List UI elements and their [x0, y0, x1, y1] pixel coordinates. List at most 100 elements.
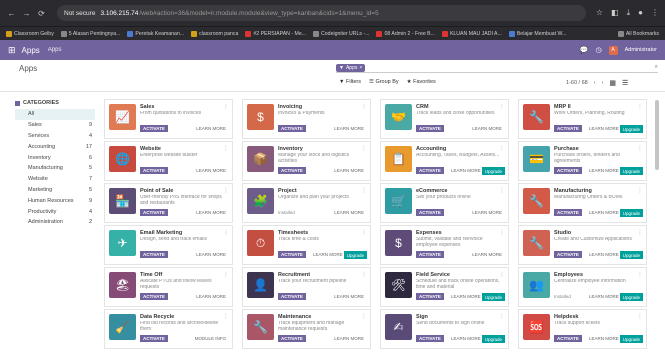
filters-button[interactable]: ▼ Filters — [339, 79, 361, 85]
bookmark-item[interactable]: Classroom Gelby — [6, 30, 54, 37]
app-card[interactable]: 🔧 Maintenance Track equipment and manage m… — [242, 309, 371, 349]
bookmark-item[interactable]: #2 PERSIAPAN - Me... — [245, 30, 306, 37]
app-card[interactable]: 🔧 Studio Create and Customize Applications… — [518, 225, 647, 265]
card-menu-icon[interactable]: ⋮ — [223, 271, 229, 278]
card-menu-icon[interactable]: ⋮ — [499, 313, 505, 320]
card-menu-icon[interactable]: ⋮ — [499, 271, 505, 278]
activate-button[interactable]: ACTIVATE — [416, 293, 444, 300]
activate-button[interactable]: ACTIVATE — [278, 251, 306, 258]
activate-button[interactable]: ACTIVATE — [416, 251, 444, 258]
sidebar-item-productivity[interactable]: Productivity 4 — [15, 206, 95, 217]
reload-icon[interactable]: ⟳ — [36, 8, 47, 19]
pager-next-icon[interactable]: › — [602, 80, 604, 86]
card-menu-icon[interactable]: ⋮ — [499, 103, 505, 110]
card-menu-icon[interactable]: ⋮ — [637, 145, 643, 152]
app-card[interactable]: ✈ Email Marketing Design, send and track e… — [104, 225, 233, 265]
activate-button[interactable]: ACTIVATE — [140, 125, 168, 132]
pager-value[interactable]: 1-60 / 68 — [566, 80, 588, 86]
app-card[interactable]: 🏪 Point of Sale User-friendly PoS interfac… — [104, 183, 233, 223]
menu-icon[interactable]: ⋮ — [651, 8, 659, 18]
bookmark-item[interactable]: KLUAN MAU JADI A... — [441, 30, 502, 37]
activate-button[interactable]: ACTIVATE — [554, 167, 582, 174]
learn-more-link[interactable]: LEARN MORE — [589, 168, 619, 173]
app-card[interactable]: 📈 Sales From quotations to invoices ⋮ ACTIVA… — [104, 99, 233, 139]
module-info-link[interactable]: MODULE INFO — [195, 336, 226, 341]
app-card[interactable]: 🛒 eCommerce Sell your products online ⋮ ACTI… — [380, 183, 509, 223]
user-name[interactable]: Administrator — [625, 47, 657, 53]
learn-more-link[interactable]: LEARN MORE — [196, 252, 226, 257]
search-bar[interactable]: ▼ Apps × ⌕ — [336, 63, 658, 73]
chat-icon[interactable]: 💬 — [580, 46, 589, 54]
card-menu-icon[interactable]: ⋮ — [499, 187, 505, 194]
learn-more-link[interactable]: LEARN MORE — [196, 294, 226, 299]
menu-apps[interactable]: Apps — [48, 47, 62, 53]
app-card[interactable]: ⏱ Timesheets Track time & costs ⋮ ACTIVATE LE… — [242, 225, 371, 265]
sidebar-item-human-resources[interactable]: Human Resources 9 — [15, 195, 95, 206]
upgrade-button[interactable]: Upgrade — [619, 209, 643, 217]
learn-more-link[interactable]: LEARN MORE — [334, 168, 364, 173]
card-menu-icon[interactable]: ⋮ — [637, 103, 643, 110]
activate-button[interactable]: ACTIVATE — [278, 125, 306, 132]
app-card[interactable]: 👥 Employees Centralize employee informatio… — [518, 267, 647, 307]
card-menu-icon[interactable]: ⋮ — [499, 145, 505, 152]
card-menu-icon[interactable]: ⋮ — [361, 271, 367, 278]
activate-button[interactable]: ACTIVATE — [140, 209, 168, 216]
upgrade-button[interactable]: Upgrade — [619, 293, 643, 301]
card-menu-icon[interactable]: ⋮ — [223, 103, 229, 110]
card-menu-icon[interactable]: ⋮ — [361, 103, 367, 110]
upgrade-button[interactable]: Upgrade — [481, 335, 505, 343]
card-menu-icon[interactable]: ⋮ — [637, 313, 643, 320]
activate-button[interactable]: ACTIVATE — [140, 167, 168, 174]
learn-more-link[interactable]: LEARN MORE — [589, 126, 619, 131]
learn-more-link[interactable]: LEARN MORE — [334, 210, 364, 215]
app-card[interactable]: $ Expenses Submit, validate and reinvoice … — [380, 225, 509, 265]
card-menu-icon[interactable]: ⋮ — [223, 313, 229, 320]
activate-button[interactable]: ACTIVATE — [416, 209, 444, 216]
activate-button[interactable]: ACTIVATE — [554, 209, 582, 216]
learn-more-link[interactable]: LEARN MORE — [334, 294, 364, 299]
learn-more-link[interactable]: LEARN MORE — [472, 210, 502, 215]
avatar[interactable]: A — [608, 45, 618, 55]
app-card[interactable]: 🔧 Manufacturing Manufacturing Orders & BOM… — [518, 183, 647, 223]
upgrade-button[interactable]: Upgrade — [481, 167, 505, 175]
card-menu-icon[interactable]: ⋮ — [361, 313, 367, 320]
app-card[interactable]: 🤝 CRM Track leads and close opportunities ⋮… — [380, 99, 509, 139]
learn-more-link[interactable]: LEARN MORE — [589, 210, 619, 215]
url-bar[interactable]: Not secure 3.106.215.74 /web#action=36&m… — [57, 5, 586, 21]
app-card[interactable]: $ Invoicing Invoices & Payments ⋮ ACTIVATE LE… — [242, 99, 371, 139]
app-card[interactable]: 👤 Recruitment Track your recruitment pipel… — [242, 267, 371, 307]
learn-more-link[interactable]: LEARN MORE — [472, 252, 502, 257]
upgrade-button[interactable]: Upgrade — [481, 293, 505, 301]
card-menu-icon[interactable]: ⋮ — [361, 229, 367, 236]
activate-button[interactable]: ACTIVATE — [140, 293, 168, 300]
card-menu-icon[interactable]: ⋮ — [499, 229, 505, 236]
all-bookmarks[interactable]: All Bookmarks — [617, 30, 659, 37]
learn-more-link[interactable]: LEARN MORE — [313, 252, 343, 257]
scrollbar[interactable] — [655, 100, 659, 170]
activate-button[interactable]: ACTIVATE — [278, 293, 306, 300]
app-card[interactable]: 🏖 Time Off Allocate PTOs and follow leaves… — [104, 267, 233, 307]
learn-more-link[interactable]: LEARN MORE — [196, 168, 226, 173]
activate-button[interactable]: ACTIVATE — [554, 335, 582, 342]
sidebar-item-administration[interactable]: Administration 2 — [15, 217, 95, 228]
card-menu-icon[interactable]: ⋮ — [361, 145, 367, 152]
learn-more-link[interactable]: LEARN MORE — [451, 168, 481, 173]
app-card[interactable]: ✍ Sign Send documents to sign online ⋮ ACTIV… — [380, 309, 509, 349]
sidebar-item-all[interactable]: All — [15, 109, 95, 120]
sidebar-item-manufacturing[interactable]: Manufacturing 5 — [15, 163, 95, 174]
sidebar-item-marketing[interactable]: Marketing 5 — [15, 185, 95, 196]
bookmark-item[interactable]: 5 Alasan Pentingnya... — [60, 30, 120, 37]
card-menu-icon[interactable]: ⋮ — [223, 145, 229, 152]
download-icon[interactable]: ⤓ — [627, 8, 631, 18]
learn-more-link[interactable]: LEARN MORE — [451, 336, 481, 341]
upgrade-button[interactable]: Upgrade — [343, 251, 367, 259]
learn-more-link[interactable]: LEARN MORE — [196, 210, 226, 215]
app-card[interactable]: 🧹 Data Recycle Find old records and archiv… — [104, 309, 233, 349]
bookmark-item[interactable]: Belajar Membuat W... — [508, 30, 566, 37]
card-menu-icon[interactable]: ⋮ — [223, 187, 229, 194]
profile-icon[interactable]: ● — [638, 8, 643, 18]
app-card[interactable]: 🔧 MRP II Work Orders, Planning, Routing ⋮ AC… — [518, 99, 647, 139]
apps-grid-icon[interactable]: ⊞ — [8, 45, 16, 56]
sidebar-item-website[interactable]: Website 7 — [15, 174, 95, 185]
facet-remove-icon[interactable]: × — [359, 65, 362, 71]
